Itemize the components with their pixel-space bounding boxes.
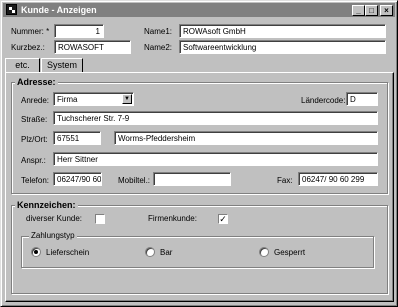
- gesperrt-radio[interactable]: [259, 247, 269, 257]
- app-icon[interactable]: [6, 4, 17, 15]
- firmenkunde-checkbox[interactable]: ✓: [218, 214, 228, 224]
- nummer-field[interactable]: 1: [54, 24, 104, 38]
- chevron-down-icon[interactable]: ▼: [122, 94, 132, 104]
- kennzeichen-title: Kennzeichen:: [15, 200, 78, 210]
- kurzbez-field[interactable]: ROWASOFT: [54, 40, 131, 54]
- bar-label: Bar: [160, 248, 173, 257]
- strasse-label: Straße:: [21, 115, 48, 124]
- diverser-kunde-label: diverser Kunde:: [26, 214, 83, 223]
- name1-label: Name1:: [144, 27, 173, 36]
- anspr-label: Anspr.:: [21, 156, 46, 165]
- plz-field[interactable]: 67551: [53, 131, 101, 145]
- fax-label: Fax:: [277, 176, 293, 185]
- mobiltel-field[interactable]: [153, 172, 231, 186]
- anrede-value: Firma: [57, 95, 78, 104]
- firmenkunde-label: Firmenkunde:: [148, 214, 197, 223]
- zahlungstyp-title: Zahlungstyp: [29, 231, 77, 241]
- gesperrt-label: Gesperrt: [274, 248, 306, 257]
- lieferschein-radio[interactable]: [31, 247, 41, 257]
- tab-etc[interactable]: etc.: [5, 58, 40, 73]
- plzort-label: Plz/Ort:: [21, 135, 48, 144]
- window-title: Kunde - Anzeigen: [21, 5, 97, 15]
- lieferschein-label: Lieferschein: [46, 248, 90, 257]
- laendercode-field[interactable]: D: [346, 92, 378, 106]
- anrede-select[interactable]: Firma ▼: [53, 92, 134, 106]
- diverser-kunde-checkbox[interactable]: [95, 214, 105, 224]
- name1-field[interactable]: ROWAsoft GmbH: [179, 24, 386, 38]
- title-bar[interactable]: Kunde - Anzeigen _ □ ×: [3, 3, 395, 17]
- maximize-button[interactable]: □: [365, 5, 378, 16]
- nummer-label: Nummer: *: [11, 27, 50, 36]
- telefon-label: Telefon:: [21, 176, 50, 185]
- tab-system[interactable]: System: [41, 58, 83, 73]
- anrede-label: Anrede:: [21, 96, 50, 105]
- anspr-field[interactable]: Herr Sittner: [53, 152, 378, 166]
- adresse-title: Adresse:: [15, 77, 58, 87]
- bar-radio[interactable]: [145, 247, 155, 257]
- laendercode-label: Ländercode:: [301, 96, 346, 105]
- customer-window: Kunde - Anzeigen _ □ × Nummer: * 1 Kurzb…: [0, 0, 398, 307]
- fax-field[interactable]: 06247/ 90 60 299: [298, 172, 378, 186]
- name2-field[interactable]: Softwareentwicklung: [179, 40, 386, 54]
- strasse-field[interactable]: Tuchscherer Str. 7-9: [53, 111, 378, 125]
- minimize-button[interactable]: _: [352, 5, 365, 16]
- name2-label: Name2:: [144, 43, 173, 52]
- telefon-field[interactable]: 06247/90 600: [53, 172, 102, 186]
- close-button[interactable]: ×: [380, 5, 393, 16]
- ort-field[interactable]: Worms-Pfeddersheim: [114, 131, 378, 145]
- kurzbez-label: Kurzbez.:: [11, 43, 45, 52]
- mobiltel-label: Mobiltel.:: [118, 176, 151, 185]
